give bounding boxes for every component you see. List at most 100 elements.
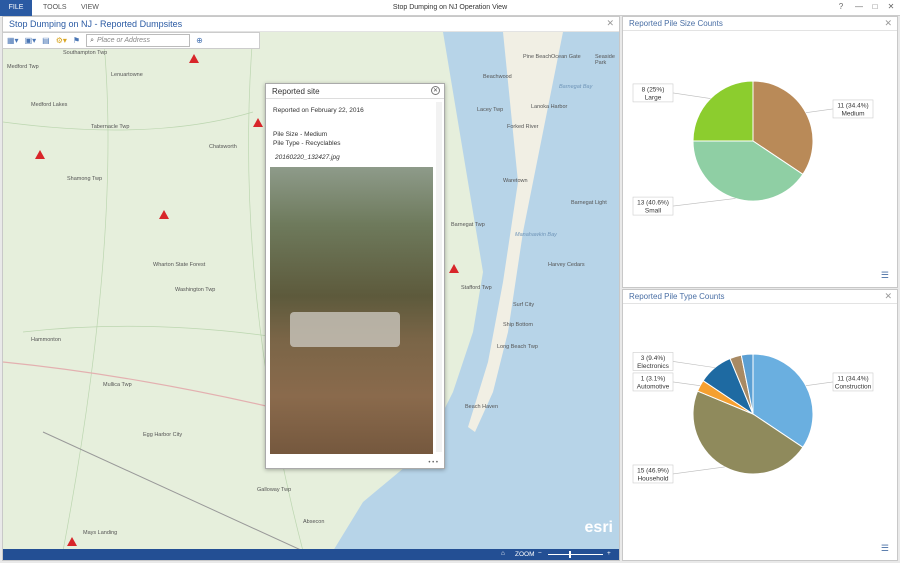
data-label-category: Large — [645, 94, 662, 101]
map-toolbar: ▦▾ ▣▾ ▤ ⚙▾ ⚑ ⌕ Place or Address ⊕ — [2, 32, 260, 49]
leader-line — [672, 466, 725, 475]
map-label: Hammonton — [31, 337, 61, 343]
leader-line — [672, 198, 736, 207]
popup-scrollbar[interactable] — [436, 102, 442, 452]
map-label: Beachwood — [483, 74, 512, 80]
maximize-button[interactable]: □ — [868, 2, 882, 11]
dumpsite-marker[interactable] — [449, 264, 459, 273]
data-label-value: 3 (9.4%) — [641, 355, 666, 362]
map-label: Waretown — [503, 178, 528, 184]
leader-line — [805, 381, 834, 387]
menu-view[interactable]: VIEW — [72, 0, 108, 16]
map-label: Ship Bottom — [503, 322, 533, 328]
map-label: Lacey Twp — [477, 107, 504, 113]
legend-icon[interactable]: ☰ — [881, 543, 889, 554]
map-label: Tabernacle Twp — [91, 124, 130, 130]
map-label: Medford Lakes — [31, 102, 68, 108]
layers-icon[interactable]: ▣▾ — [25, 36, 37, 45]
chart-title: Reported Pile Type Counts — [623, 290, 897, 304]
map-label: Barnegat Light — [571, 200, 607, 206]
map-label: Medford Twp — [7, 64, 39, 70]
map-label: Beach Haven — [465, 404, 499, 410]
tools-icon[interactable]: ⚙▾ — [56, 36, 67, 45]
leader-line — [672, 92, 711, 99]
dumpsite-photo[interactable] — [270, 167, 433, 454]
search-input[interactable]: ⌕ Place or Address — [86, 34, 191, 47]
map-label: Seaside Park — [595, 54, 615, 66]
dumpsite-marker[interactable] — [159, 210, 169, 219]
help-button[interactable]: ? — [834, 2, 848, 11]
esri-logo: esri — [584, 519, 613, 536]
pile-size-chart-panel: Reported Pile Size Counts ✕ 11 (34.4%) Me… — [622, 16, 898, 288]
map-label: Shamong Twp — [67, 176, 103, 182]
app-title: Stop Dumping on NJ Operation View — [392, 4, 508, 11]
map-label: Forked River — [507, 124, 539, 130]
map-label: Chatsworth — [209, 144, 237, 150]
chart-title: Reported Pile Size Counts — [623, 17, 897, 31]
map-label: Pine Beach — [523, 54, 552, 60]
data-label-category: Household — [637, 475, 668, 482]
map-label: Harvey Cedars — [548, 262, 585, 268]
leader-line — [672, 381, 701, 387]
map-label: Washington Twp — [175, 287, 216, 293]
dumpsite-marker[interactable] — [67, 537, 77, 546]
data-label-value: 13 (40.6%) — [637, 200, 669, 207]
legend-icon[interactable]: ▤ — [42, 36, 50, 45]
legend-icon[interactable]: ☰ — [881, 270, 889, 281]
menu-tools[interactable]: TOOLS — [34, 0, 76, 16]
map-panel-title: Stop Dumping on NJ - Reported Dumpsites — [3, 17, 619, 32]
close-icon[interactable]: ✕ — [431, 86, 440, 95]
map-label: Mullica Twp — [103, 382, 132, 388]
close-window-button[interactable]: ✕ — [884, 2, 898, 11]
data-label-category: Automotive — [637, 383, 670, 390]
dumpsite-marker[interactable] — [189, 54, 199, 63]
popup-reported-date: Reported on February 22, 2016 — [273, 107, 364, 114]
close-icon[interactable]: ✕ — [606, 18, 614, 29]
map-label: Barnegat Bay — [559, 84, 593, 90]
map-label: Stafford Twp — [461, 285, 492, 291]
popup-reported-site: Reported site ✕ Reported on February 22,… — [265, 83, 445, 469]
search-icon: ⌕ — [90, 36, 94, 44]
map-label: Manahawkin Bay — [515, 232, 557, 238]
leader-line — [672, 361, 715, 368]
data-label-value: 8 (25%) — [642, 86, 665, 93]
zoom-slider-handle[interactable] — [569, 551, 571, 558]
data-label-value: 15 (46.9%) — [637, 467, 669, 474]
map-label: Absecon — [303, 519, 325, 525]
basemap-gallery-icon[interactable]: ▦▾ — [7, 36, 19, 45]
pie-slice-large[interactable] — [692, 80, 754, 142]
leader-line — [805, 108, 834, 114]
locate-icon[interactable]: ⊕ — [196, 36, 203, 45]
map-label: Lenuartowne — [111, 72, 143, 78]
search-placeholder: Place or Address — [97, 37, 151, 44]
map-label: Wharton State Forest — [153, 262, 206, 268]
popup-pile-type: Pile Type - Recyclables — [273, 140, 341, 147]
home-icon[interactable]: ⌂ — [501, 550, 505, 557]
zoom-slider[interactable] — [548, 554, 603, 555]
dumpsite-marker[interactable] — [253, 118, 263, 127]
popup-attachment-link[interactable]: 20160220_132427.jpg — [275, 154, 340, 161]
pile-type-chart-panel: Reported Pile Type Counts ✕ 11 (34.4%) Co… — [622, 289, 898, 561]
zoom-in-button[interactable]: + — [607, 550, 611, 557]
map-label: Egg Harbor City — [143, 432, 183, 438]
minimize-button[interactable]: — — [852, 2, 866, 11]
map-zoom-bar: ⌂ ZOOM − + — [3, 549, 619, 560]
data-label-category: Small — [645, 208, 662, 215]
bookmarks-icon[interactable]: ⚑ — [73, 36, 80, 45]
pile-size-pie-chart: 11 (34.4%)Medium 13 (40.6%)Small 8 (25%)La… — [632, 80, 874, 216]
close-icon[interactable]: ✕ — [884, 291, 892, 302]
menu-file[interactable]: FILE — [0, 0, 32, 16]
map-label: Galloway Twp — [257, 487, 292, 493]
close-icon[interactable]: ✕ — [884, 18, 892, 29]
data-label-value: 1 (3.1%) — [641, 375, 666, 382]
map-label: Southampton Twp — [63, 50, 108, 56]
more-options-icon[interactable]: • • • — [428, 460, 438, 466]
data-label-category: Construction — [835, 383, 872, 390]
zoom-out-button[interactable]: − — [538, 550, 542, 557]
data-label-value: 11 (34.4%) — [837, 102, 868, 109]
dumpsite-marker[interactable] — [35, 150, 45, 159]
popup-title: Reported site — [266, 84, 444, 99]
data-label-category: Electronics — [637, 363, 670, 370]
menu-bar: FILE TOOLS VIEW Stop Dumping on NJ Opera… — [0, 0, 900, 16]
data-label-value: 11 (34.4%) — [837, 375, 868, 382]
